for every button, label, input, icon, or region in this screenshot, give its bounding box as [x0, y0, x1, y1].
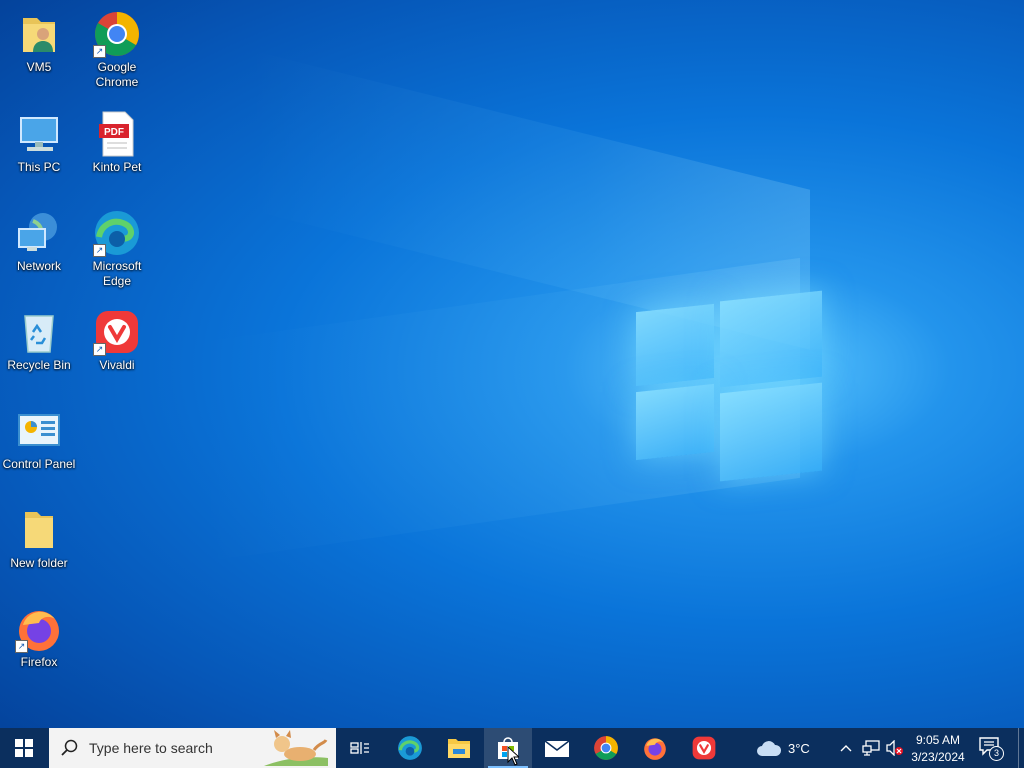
notification-count-badge: 3	[989, 746, 1004, 761]
clock-time: 9:05 AM	[915, 732, 961, 747]
clock-date: 3/23/2024	[911, 749, 965, 764]
icon-label: Kinto Pet	[92, 160, 142, 174]
icon-label: New folder	[10, 556, 68, 570]
vivaldi-icon	[692, 736, 716, 760]
chrome-icon	[594, 736, 618, 760]
desktop-icon-recycle-bin[interactable]: Recycle Bin	[0, 302, 78, 396]
search-highlight-dog-icon	[264, 730, 328, 766]
icon-label: Network	[16, 259, 61, 273]
pdf-icon: PDF	[93, 110, 141, 158]
network-tray-button[interactable]	[862, 740, 880, 756]
edge-icon: ↗	[93, 209, 141, 257]
network-icon	[15, 209, 63, 257]
network-wired-icon	[862, 740, 880, 756]
vivaldi-icon: ↗	[93, 308, 141, 356]
firefox-icon: ↗	[15, 605, 63, 653]
shortcut-arrow-icon: ↗	[15, 640, 28, 653]
taskbar-firefox[interactable]	[631, 728, 679, 768]
mouse-cursor-icon	[507, 746, 519, 766]
desktop-icon-this-pc[interactable]: This PC	[0, 104, 78, 198]
desktop-icon-network[interactable]: Network	[0, 203, 78, 297]
taskbar-vivaldi[interactable]	[680, 728, 728, 768]
icon-label: Control Panel	[2, 457, 76, 471]
icon-label: VM5	[26, 60, 52, 74]
edge-icon	[398, 736, 422, 760]
search-placeholder: Type here to search	[89, 740, 213, 756]
weather-temp: 3°C	[788, 740, 810, 756]
search-box[interactable]: Type here to search	[49, 728, 336, 768]
icon-label: Microsoft	[92, 259, 142, 273]
taskbar-edge[interactable]	[386, 728, 434, 768]
show-hidden-icons-button[interactable]	[838, 740, 854, 756]
search-icon	[61, 739, 78, 756]
folder-icon	[15, 506, 63, 554]
desktop-icon-kinto-pet[interactable]: PDF Kinto Pet	[78, 104, 156, 198]
pdf-badge: PDF	[104, 127, 124, 138]
shortcut-arrow-icon: ↗	[93, 244, 106, 257]
desktop: VM5 ↗ Google Chrome This PC PDF Kinto Pe…	[0, 0, 1024, 728]
file-explorer-icon	[448, 739, 470, 758]
taskbar-file-explorer[interactable]	[435, 728, 483, 768]
icon-label: Edge	[102, 274, 132, 288]
show-desktop-button[interactable]	[1018, 728, 1024, 768]
volume-tray-button[interactable]	[885, 739, 905, 757]
recycle-bin-icon	[15, 308, 63, 356]
desktop-icon-google-chrome[interactable]: ↗ Google Chrome	[78, 4, 156, 98]
cloud-icon	[757, 741, 782, 756]
clock[interactable]: 9:05 AM 3/23/2024	[906, 730, 970, 766]
chevron-up-icon	[840, 745, 852, 752]
desktop-icon-firefox[interactable]: ↗ Firefox	[0, 599, 78, 693]
icon-label: This PC	[17, 160, 61, 174]
mail-icon	[544, 740, 570, 757]
desktop-icon-vm5[interactable]: VM5	[0, 4, 78, 98]
icon-label: Recycle Bin	[7, 358, 71, 372]
icon-label: Chrome	[95, 75, 139, 89]
icon-label: Vivaldi	[99, 358, 135, 372]
icon-label: Google	[97, 60, 137, 74]
taskbar-mail[interactable]	[533, 728, 581, 768]
desktop-icon-new-folder[interactable]: New folder	[0, 500, 78, 594]
desktop-icon-vivaldi[interactable]: ↗ Vivaldi	[78, 302, 156, 396]
control-panel-icon	[15, 407, 63, 455]
desktop-icon-control-panel[interactable]: Control Panel	[0, 401, 78, 495]
this-pc-icon	[15, 110, 63, 158]
firefox-icon	[644, 738, 666, 760]
icon-label: Firefox	[20, 655, 58, 669]
weather-widget[interactable]: 3°C	[756, 728, 826, 768]
volume-muted-icon	[886, 739, 903, 757]
desktop-icon-microsoft-edge[interactable]: ↗ Microsoft Edge	[78, 203, 156, 297]
windows-start-icon	[15, 739, 33, 757]
shortcut-arrow-icon: ↗	[93, 343, 106, 356]
task-view-icon	[350, 742, 369, 754]
chrome-icon: ↗	[93, 10, 141, 58]
user-folder-icon	[15, 10, 63, 58]
start-button[interactable]	[0, 728, 48, 768]
shortcut-arrow-icon: ↗	[93, 45, 106, 58]
taskbar-chrome[interactable]	[582, 728, 630, 768]
taskbar-task-view[interactable]	[336, 728, 384, 768]
action-center-button[interactable]: 3	[978, 736, 1008, 761]
